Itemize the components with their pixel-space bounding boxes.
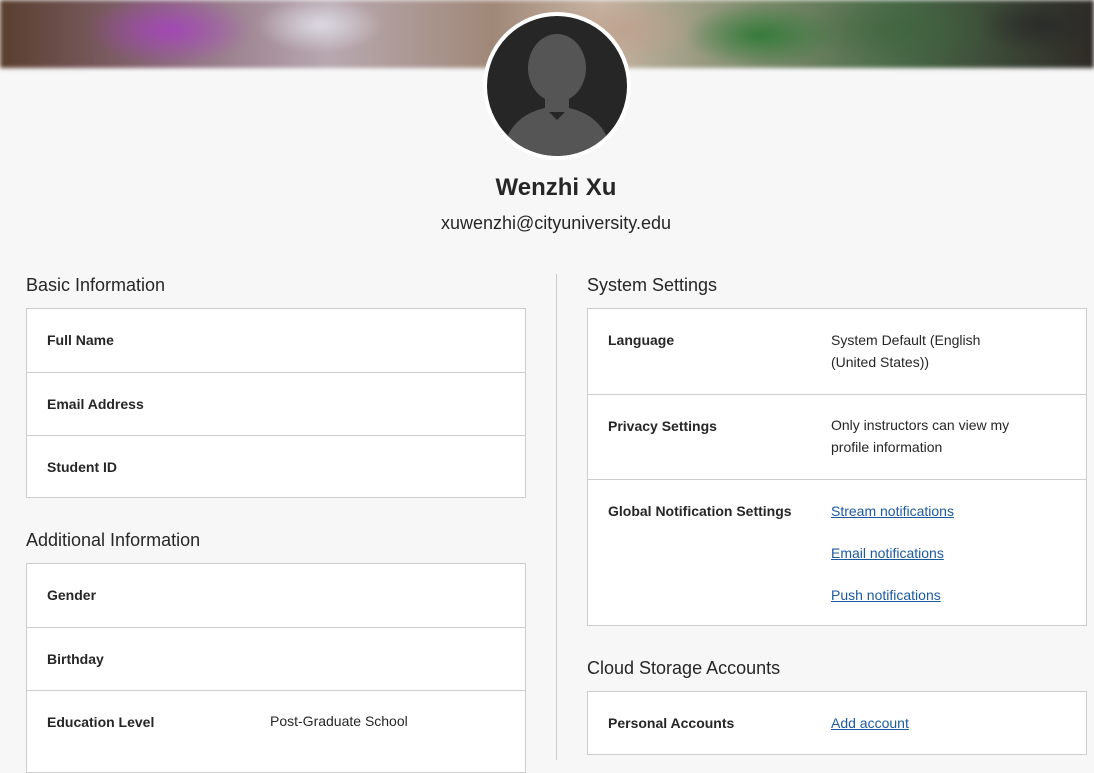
language-row: Language System Default (English (United…	[588, 309, 1086, 394]
stream-notifications-link[interactable]: Stream notifications	[831, 503, 954, 519]
additional-information-card: Gender Birthday Education Level Post-Gra…	[26, 563, 526, 773]
basic-information-heading: Basic Information	[26, 275, 166, 295]
cloud-storage-card: Personal Accounts Add account	[587, 691, 1087, 755]
birthday-label: Birthday	[47, 651, 104, 667]
privacy-settings-value: Only instructors can view my profile inf…	[831, 417, 1010, 455]
push-notifications-link[interactable]: Push notifications	[831, 587, 941, 603]
system-settings-heading: System Settings	[587, 275, 718, 295]
full-name-row: Full Name	[27, 309, 525, 372]
education-level-value: Post-Graduate School	[270, 713, 408, 729]
gender-row: Gender	[27, 564, 525, 627]
user-silhouette-icon	[503, 34, 611, 156]
privacy-settings-row: Privacy Settings Only instructors can vi…	[588, 394, 1086, 479]
email-notifications-link[interactable]: Email notifications	[831, 545, 944, 561]
personal-accounts-label: Personal Accounts	[608, 715, 735, 731]
gender-label: Gender	[47, 587, 97, 603]
email-address-row: Email Address	[27, 372, 525, 435]
profile-name: Wenzhi Xu	[495, 174, 617, 201]
language-label: Language	[608, 332, 675, 348]
additional-information-heading: Additional Information	[26, 530, 201, 550]
add-account-link[interactable]: Add account	[831, 715, 909, 731]
cloud-storage-accounts-heading: Cloud Storage Accounts	[587, 658, 781, 678]
education-level-label: Education Level	[47, 714, 155, 730]
student-id-row: Student ID	[27, 435, 525, 498]
profile-email: xuwenzhi@cityuniversity.edu	[440, 213, 672, 233]
system-settings-card: Language System Default (English (United…	[587, 308, 1087, 626]
privacy-settings-label: Privacy Settings	[608, 418, 717, 434]
basic-information-card: Full Name Email Address Student ID	[26, 308, 526, 498]
birthday-row: Birthday	[27, 627, 525, 690]
student-id-label: Student ID	[47, 459, 117, 475]
personal-accounts-row: Personal Accounts Add account	[588, 692, 1086, 754]
global-notification-settings-label: Global Notification Settings	[608, 503, 792, 519]
global-notification-settings-row: Global Notification Settings Stream noti…	[588, 479, 1086, 625]
avatar[interactable]	[483, 12, 631, 160]
education-level-row: Education Level Post-Graduate School	[27, 690, 525, 753]
column-divider	[556, 274, 557, 760]
full-name-label: Full Name	[47, 332, 114, 348]
email-address-label: Email Address	[47, 396, 144, 412]
language-value: System Default (English (United States))	[831, 332, 981, 370]
